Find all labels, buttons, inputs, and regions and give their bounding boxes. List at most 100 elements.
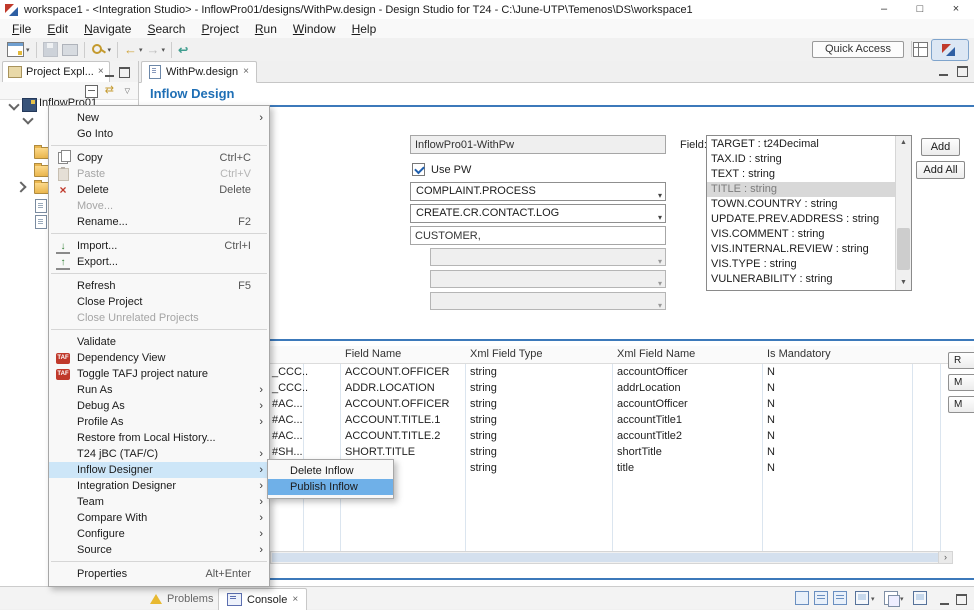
maximize-window-button[interactable]: □ <box>902 0 938 19</box>
context-menu-item-paste[interactable]: Paste Ctrl+V <box>49 166 269 182</box>
close-window-button[interactable]: × <box>938 0 974 19</box>
column-header-field-name[interactable]: Field Name <box>345 346 401 362</box>
context-menu-item-properties[interactable]: Properties Alt+Enter <box>49 566 269 582</box>
external-tools-button[interactable]: ▾ <box>91 42 112 57</box>
list-item[interactable]: VIS.INTERNAL.REVIEW : string <box>707 242 895 257</box>
context-menu-item-source[interactable]: Source › <box>49 542 269 558</box>
list-item[interactable]: UPDATE.PREV.ADDRESS : string <box>707 212 895 227</box>
remove-button[interactable]: R <box>948 352 974 369</box>
scroll-right-icon[interactable]: › <box>938 552 952 563</box>
scroll-down-icon[interactable]: ▼ <box>896 276 911 290</box>
submenu-item-delete-inflow[interactable]: Delete Inflow <box>268 463 393 479</box>
table-name-field[interactable] <box>410 226 666 245</box>
list-item[interactable]: VULNERABILITY : string <box>707 272 895 287</box>
context-menu-item-delete[interactable]: × Delete Delete <box>49 182 269 198</box>
menu-run[interactable]: Run <box>247 20 285 38</box>
inflow-name-field[interactable] <box>410 135 666 154</box>
maximize-view-icon[interactable] <box>956 594 967 605</box>
context-menu-item-compare-with[interactable]: Compare With › <box>49 510 269 526</box>
move-up-button[interactable]: M <box>948 374 974 391</box>
field-listbox[interactable]: TARGET : t24Decimal TAX.ID : string TEXT… <box>706 135 912 291</box>
context-menu-item-run-as[interactable]: Run As › <box>49 382 269 398</box>
add-all-button[interactable]: Add All <box>916 161 965 179</box>
file-icon[interactable] <box>35 199 47 213</box>
chevron-down-icon[interactable]: ▾ <box>658 187 662 204</box>
minimize-window-button[interactable]: – <box>866 0 902 19</box>
context-menu-item-go-into[interactable]: Go Into <box>49 126 269 142</box>
view-menu-icon[interactable]: ▽ <box>125 88 130 96</box>
context-menu-item-profile-as[interactable]: Profile As › <box>49 414 269 430</box>
minimize-view-icon[interactable] <box>105 68 114 77</box>
chevron-down-icon[interactable] <box>22 113 33 124</box>
scrollbar-thumb[interactable] <box>897 228 910 270</box>
menu-search[interactable]: Search <box>139 20 193 38</box>
scrollbar-thumb[interactable] <box>272 553 938 562</box>
list-item[interactable]: TEXT : string <box>707 167 895 182</box>
menu-project[interactable]: Project <box>193 20 246 38</box>
new-wizard-button[interactable]: ▾ <box>7 42 30 57</box>
back-button[interactable]: ←▾ <box>124 43 143 57</box>
context-menu-item-validate[interactable]: Validate <box>49 334 269 350</box>
menu-edit[interactable]: Edit <box>39 20 76 38</box>
clear-console-icon[interactable] <box>795 591 809 605</box>
link-with-editor-icon[interactable]: ⇄ <box>105 85 114 96</box>
context-menu-item-configure[interactable]: Configure › <box>49 526 269 542</box>
list-item[interactable]: TAX.ID : string <box>707 152 895 167</box>
chevron-down-icon[interactable] <box>8 99 19 110</box>
dropdown-caret-icon[interactable]: ▾ <box>900 595 904 603</box>
open-console-icon[interactable] <box>855 591 869 605</box>
context-menu-item-restore-from-local-history[interactable]: Restore from Local History... <box>49 430 269 446</box>
column-header-xml-field-type[interactable]: Xml Field Type <box>470 346 543 362</box>
list-item[interactable]: TARGET : t24Decimal <box>707 137 895 152</box>
context-menu-item-team[interactable]: Team › <box>49 494 269 510</box>
maximize-editor-icon[interactable] <box>957 66 968 77</box>
dropdown-caret-icon[interactable]: ▾ <box>108 46 112 54</box>
menu-help[interactable]: Help <box>344 20 385 38</box>
list-item[interactable]: VIS.COMMENT : string <box>707 227 895 242</box>
horizontal-scrollbar[interactable]: › <box>270 551 953 564</box>
context-menu-item-rename[interactable]: Rename... F2 <box>49 214 269 230</box>
operation-dropdown[interactable]: CREATE.CR.CONTACT.LOG ▾ <box>410 204 666 223</box>
dropdown-caret-icon[interactable]: ▾ <box>139 46 143 54</box>
word-wrap-icon[interactable] <box>833 591 847 605</box>
context-menu-item-dependency-view[interactable]: TAF Dependency View <box>49 350 269 366</box>
context-menu-item-t24-jbc[interactable]: T24 jBC (TAF/C) › <box>49 446 269 462</box>
menu-navigate[interactable]: Navigate <box>76 20 139 38</box>
context-menu-item-copy[interactable]: Copy Ctrl+C <box>49 150 269 166</box>
list-item[interactable]: VIS.TYPE : string <box>707 257 895 272</box>
file-icon[interactable] <box>35 215 47 229</box>
context-menu-item-close-project[interactable]: Close Project <box>49 294 269 310</box>
process-dropdown[interactable]: COMPLAINT.PROCESS ▾ <box>410 182 666 201</box>
context-menu-item-refresh[interactable]: Refresh F5 <box>49 278 269 294</box>
chevron-right-icon[interactable] <box>15 181 26 192</box>
tab-problems[interactable]: Problems <box>142 588 221 609</box>
close-icon[interactable]: × <box>292 595 298 605</box>
menu-window[interactable]: Window <box>285 20 344 38</box>
close-icon[interactable]: × <box>243 67 249 77</box>
column-header-is-mandatory[interactable]: Is Mandatory <box>767 346 831 362</box>
dropdown-caret-icon[interactable]: ▾ <box>26 46 30 54</box>
list-scrollbar[interactable]: ▲ ▼ <box>895 136 911 290</box>
context-menu-item-debug-as[interactable]: Debug As › <box>49 398 269 414</box>
add-button[interactable]: Add <box>921 138 960 156</box>
maximize-view-icon[interactable] <box>119 67 130 78</box>
tab-console[interactable]: Console × <box>218 588 307 610</box>
minimize-view-icon[interactable] <box>940 596 949 605</box>
open-perspective-icon[interactable] <box>913 42 928 57</box>
submenu-item-publish-inflow[interactable]: Publish Inflow <box>268 479 393 495</box>
minimize-editor-icon[interactable] <box>939 67 948 76</box>
dropdown-caret-icon[interactable]: ▾ <box>162 46 166 54</box>
list-item[interactable]: TOWN.COUNTRY : string <box>707 197 895 212</box>
context-menu-item-move[interactable]: Move... <box>49 198 269 214</box>
tab-withpw-design[interactable]: WithPw.design × <box>141 61 257 83</box>
dropdown-caret-icon[interactable]: ▾ <box>871 595 875 603</box>
context-menu-item-inflow-designer[interactable]: Inflow Designer › <box>49 462 269 478</box>
context-menu-item-import[interactable]: ↓ Import... Ctrl+I <box>49 238 269 254</box>
last-edit-location-button[interactable]: ↩ <box>178 43 188 57</box>
list-item-selected[interactable]: TITLE : string <box>707 182 895 197</box>
scroll-up-icon[interactable]: ▲ <box>896 136 911 150</box>
chevron-down-icon[interactable]: ▾ <box>658 209 662 226</box>
move-down-button[interactable]: M <box>948 396 974 413</box>
tab-project-explorer[interactable]: Project Expl... × <box>2 61 110 82</box>
context-menu-item-integration-designer[interactable]: Integration Designer › <box>49 478 269 494</box>
